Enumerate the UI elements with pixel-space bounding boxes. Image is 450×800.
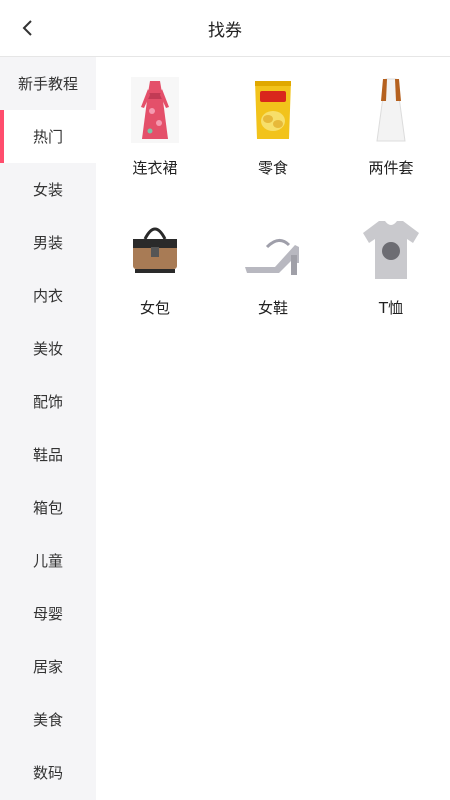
sidebar-item-label: 居家	[32, 658, 63, 676]
sidebar-item-accessories[interactable]: 配饰	[0, 375, 96, 428]
sidebar-item-tutorial[interactable]: 新手教程	[0, 57, 96, 110]
sidebar-item-label: 鞋品	[32, 446, 63, 464]
sidebar-item-mens[interactable]: 男装	[0, 216, 96, 269]
sidebar-item-digital[interactable]: 数码	[0, 746, 96, 799]
sidebar-item-label: 新手教程	[17, 75, 78, 93]
sidebar-item-label: 美妆	[32, 340, 63, 358]
subcategory-snacks[interactable]: 零食	[214, 77, 332, 217]
handbag-icon	[133, 227, 177, 273]
sidebar-item-womens[interactable]: 女装	[0, 163, 96, 216]
tshirt-icon	[363, 221, 419, 279]
sidebar-item-shoes[interactable]: 鞋品	[0, 428, 96, 481]
sidebar-item-label: 女装	[32, 181, 63, 199]
subcategory-label: T恤	[378, 299, 404, 317]
sidebar-item-label: 数码	[32, 764, 63, 782]
category-sidebar: 新手教程 热门 女装 男装 内衣 美妆 配饰 鞋品 箱包 儿童 母婴 居家 美食…	[0, 57, 96, 800]
sidebar-item-underwear[interactable]: 内衣	[0, 269, 96, 322]
sidebar-item-label: 热门	[32, 128, 63, 146]
category-content: 连衣裙 零食 两件套 女包 女鞋 T恤	[96, 57, 450, 800]
subcategory-womens-shoes[interactable]: 女鞋	[214, 217, 332, 357]
sidebar-item-label: 儿童	[32, 552, 63, 570]
subcategory-dress[interactable]: 连衣裙	[96, 77, 214, 217]
sidebar-item-food[interactable]: 美食	[0, 693, 96, 746]
subcategory-label: 女鞋	[257, 299, 288, 317]
sidebar-item-hot[interactable]: 热门	[0, 110, 96, 163]
sidebar-item-label: 男装	[32, 234, 63, 252]
two-piece-icon	[376, 78, 406, 142]
back-button[interactable]	[14, 14, 42, 42]
subcategory-grid: 连衣裙 零食 两件套 女包 女鞋 T恤	[96, 57, 450, 357]
subcategory-label: 女包	[139, 299, 170, 317]
sidebar-item-label: 箱包	[32, 499, 63, 517]
sidebar-item-label: 母婴	[32, 605, 63, 623]
chevron-left-icon	[22, 20, 32, 36]
sidebar-item-kids[interactable]: 儿童	[0, 534, 96, 587]
heel-shoe-icon	[245, 239, 299, 275]
snack-bag-icon	[255, 81, 291, 139]
subcategory-label: 零食	[257, 159, 288, 177]
sidebar-item-bags[interactable]: 箱包	[0, 481, 96, 534]
sidebar-item-label: 配饰	[32, 393, 63, 411]
subcategory-label: 连衣裙	[132, 159, 178, 177]
sidebar-item-beauty[interactable]: 美妆	[0, 322, 96, 375]
sidebar-item-label: 美食	[32, 711, 63, 729]
sidebar-item-label: 内衣	[32, 287, 63, 305]
subcategory-tshirt[interactable]: T恤	[332, 217, 450, 357]
dress-icon	[131, 77, 179, 143]
sidebar-item-home[interactable]: 居家	[0, 640, 96, 693]
subcategory-handbag[interactable]: 女包	[96, 217, 214, 357]
subcategory-label: 两件套	[368, 159, 414, 177]
page-title: 找券	[208, 20, 242, 41]
sidebar-item-baby[interactable]: 母婴	[0, 587, 96, 640]
top-bar: 找券	[0, 0, 450, 57]
subcategory-two-piece[interactable]: 两件套	[332, 77, 450, 217]
